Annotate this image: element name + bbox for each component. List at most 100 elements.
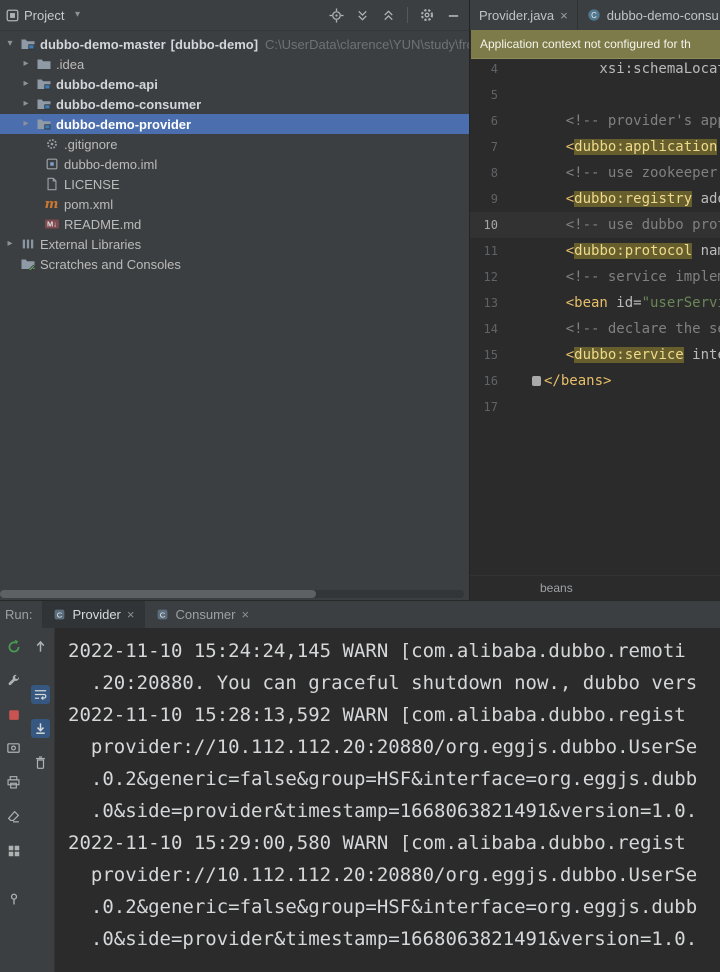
code-line-7[interactable]: 7 <dubbo:application <box>470 134 720 160</box>
fold-marker-icon[interactable] <box>532 376 541 386</box>
code-line-9[interactable]: 9 <dubbo:registry add <box>470 186 720 212</box>
maven-icon: m <box>42 198 61 211</box>
print-icon[interactable] <box>4 773 23 792</box>
hide-icon[interactable] <box>446 8 461 23</box>
module-folder-icon <box>18 36 37 52</box>
gutter-fold-area <box>498 186 532 212</box>
tree-item-dubbo-demo-consumer[interactable]: ▸ dubbo-demo-consumer <box>0 94 469 114</box>
console-toolbar <box>27 628 55 972</box>
code-line-15[interactable]: 15 <dubbo:service inte <box>470 342 720 368</box>
chevron-right-icon[interactable]: ▸ <box>18 74 34 94</box>
chevron-right-icon[interactable]: ▸ <box>18 54 34 74</box>
tree-item-label: External Libraries <box>40 237 141 252</box>
scrollbar-thumb[interactable] <box>0 590 316 598</box>
code-segment: <!-- use zookeeper <box>532 165 720 181</box>
code-line-13[interactable]: 13 <bean id="userServi <box>470 290 720 316</box>
code-segment: id= <box>608 295 642 311</box>
code-line-text: <dubbo:protocol nam <box>532 238 720 264</box>
eraser-icon[interactable] <box>4 807 23 826</box>
code-line-10[interactable]: 10 <!-- use dubbo prot <box>470 212 720 238</box>
code-line-text: xsi:schemaLocati <box>532 56 720 82</box>
code-line-text: <!-- use zookeeper <box>532 160 720 186</box>
run-tab-provider[interactable]: CProvider× <box>42 601 145 628</box>
code-line-12[interactable]: 12 <!-- service implem <box>470 264 720 290</box>
code-line-16[interactable]: 16</beans> <box>470 368 720 394</box>
tree-item-dubbo-demo-iml[interactable]: dubbo-demo.iml <box>0 154 469 174</box>
code-line-14[interactable]: 14 <!-- declare the se <box>470 316 720 342</box>
grid-icon[interactable] <box>4 841 23 860</box>
code-line-17[interactable]: 17 <box>470 394 720 420</box>
run-tab-consumer[interactable]: C Consumer × <box>145 601 260 628</box>
tree-item-label: dubbo-demo-consumer <box>56 97 201 112</box>
tree-item-dubbo-demo-provider[interactable]: ▸dubbo-demo-provider <box>0 114 469 134</box>
locate-icon[interactable] <box>329 8 344 23</box>
gutter-fold-area <box>498 238 532 264</box>
tree-item-pom-xml[interactable]: mpom.xml <box>0 194 469 214</box>
code-segment: add <box>692 191 720 207</box>
chevron-down-icon[interactable]: ▾ <box>69 5 85 25</box>
tree-item-scratches-and-consoles[interactable]: Scratches and Consoles <box>0 254 469 274</box>
console-line: 2022-11-10 15:24:24,145 WARN [com.alibab… <box>68 635 720 667</box>
libraries-icon <box>18 237 37 251</box>
project-horizontal-scrollbar[interactable] <box>0 590 464 598</box>
tree-item-readme-md[interactable]: M↓README.md <box>0 214 469 234</box>
file-icon <box>42 177 61 191</box>
chevron-right-icon[interactable]: ▸ <box>18 94 34 114</box>
tree-item-license[interactable]: LICENSE <box>0 174 469 194</box>
close-tab-icon[interactable]: × <box>127 608 135 621</box>
code-line-4[interactable]: 4 xsi:schemaLocati <box>470 56 720 82</box>
collapse-all-icon[interactable] <box>381 8 396 23</box>
iml-icon <box>42 157 61 171</box>
project-panel-toolbar <box>329 7 461 23</box>
editor-tab-dubbo-demo-consu[interactable]: Cdubbo-demo-consu <box>578 0 720 30</box>
close-tab-icon[interactable]: × <box>560 9 568 22</box>
code-line-text: </beans> <box>532 368 720 394</box>
run-tab-label: Consumer <box>175 607 235 622</box>
chevron-down-icon[interactable]: ▾ <box>2 34 18 54</box>
rerun-icon[interactable] <box>4 637 23 656</box>
editor-pane: Provider.java×Cdubbo-demo-consu 34 xsi:s… <box>470 0 720 600</box>
console-output[interactable]: 2022-11-10 15:24:24,145 WARN [com.alibab… <box>55 628 720 972</box>
breadcrumb[interactable]: beans <box>540 581 573 595</box>
code-line-5[interactable]: 5 <box>470 82 720 108</box>
wrench-icon[interactable] <box>4 671 23 690</box>
chevron-right-icon[interactable]: ▸ <box>18 114 34 134</box>
run-config-icon: C <box>156 608 169 621</box>
run-config-icon: C <box>53 608 66 621</box>
code-segment: nam <box>692 243 720 259</box>
tree-item-idea[interactable]: ▸.idea <box>0 54 469 74</box>
close-tab-icon[interactable]: × <box>241 608 249 621</box>
svg-text:C: C <box>591 11 597 20</box>
stop-icon[interactable] <box>4 705 23 724</box>
code-line-11[interactable]: 11 <dubbo:protocol nam <box>470 238 720 264</box>
expand-all-icon[interactable] <box>355 8 370 23</box>
tree-item-dubbo-demo-master[interactable]: ▾dubbo-demo-master[dubbo-demo]C:\UserDat… <box>0 34 469 54</box>
scroll-to-end-icon[interactable] <box>31 719 50 738</box>
run-tool-window: Run: CProvider×CConsumer× 2022-11-10 15:… <box>0 600 720 972</box>
soft-wrap-icon[interactable] <box>31 685 50 704</box>
project-panel-title[interactable]: Project <box>24 8 64 23</box>
code-segment: <!-- provider's app <box>532 113 720 129</box>
code-editor[interactable]: 34 xsi:schemaLocati56 <!-- provider's ap… <box>470 30 720 420</box>
chevron-right-icon[interactable]: ▸ <box>2 234 18 254</box>
gutter-fold-area <box>498 290 532 316</box>
toolbar-divider <box>407 7 408 23</box>
line-number: 7 <box>470 134 498 160</box>
pin-icon[interactable] <box>4 889 23 908</box>
tree-item-dubbo-demo-api[interactable]: ▸dubbo-demo-api <box>0 74 469 94</box>
monitor-icon[interactable] <box>4 739 23 758</box>
code-line-6[interactable]: 6 <!-- provider's app <box>470 108 720 134</box>
gutter-fold-area <box>498 264 532 290</box>
editor-tab-provider-java[interactable]: Provider.java× <box>470 0 578 30</box>
tree-item-external-libraries[interactable]: ▸ External Libraries <box>0 234 469 254</box>
line-number: 11 <box>470 238 498 264</box>
tree-item-label: LICENSE <box>64 177 120 192</box>
editor-tab-label: dubbo-demo-consu <box>607 8 719 23</box>
up-arrow-icon[interactable] <box>31 637 50 656</box>
svg-text:M↓: M↓ <box>47 220 57 229</box>
tree-item-gitignore[interactable]: .gitignore <box>0 134 469 154</box>
trash-icon[interactable] <box>31 753 50 772</box>
code-segment: < <box>532 139 574 155</box>
code-line-8[interactable]: 8 <!-- use zookeeper <box>470 160 720 186</box>
settings-icon[interactable] <box>419 7 435 23</box>
